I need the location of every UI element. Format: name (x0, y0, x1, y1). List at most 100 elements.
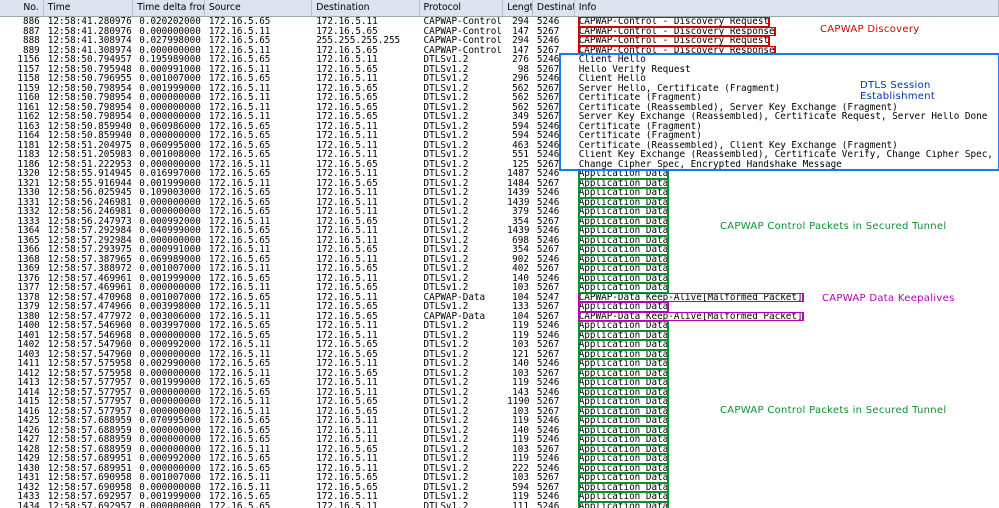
col-length[interactable]: Length (503, 0, 533, 16)
packet-row[interactable]: 141312:58:57.5779570.001999000172.16.5.6… (0, 378, 999, 388)
packet-row[interactable]: 142612:58:57.6889590.000000000172.16.5.6… (0, 426, 999, 436)
cell-port: 5246 (533, 359, 575, 369)
cell-dest: 172.16.5.11 (312, 17, 419, 27)
cell-dest: 172.16.5.65 (312, 245, 419, 255)
packet-row[interactable]: 143212:58:57.6909580.000000000172.16.5.1… (0, 483, 999, 493)
packet-row[interactable]: 136512:58:57.2929840.000000000172.16.5.6… (0, 236, 999, 246)
cell-delta: 0.060986000 (133, 122, 205, 132)
packet-row[interactable]: 143012:58:57.6899510.000000000172.16.5.6… (0, 464, 999, 474)
cell-info: Application Data (575, 359, 999, 369)
packet-row[interactable]: 140112:58:57.5469680.000000000172.16.5.6… (0, 331, 999, 341)
packet-row[interactable]: 141112:58:57.5759580.002990000172.16.5.6… (0, 359, 999, 369)
col-delta[interactable]: Time delta from p… (133, 0, 205, 16)
cell-no: 1427 (0, 435, 44, 445)
packet-row[interactable]: 140312:58:57.5479600.000000000172.16.5.1… (0, 350, 999, 360)
cell-proto: CAPWAP-Control (420, 36, 504, 46)
cell-no: 1415 (0, 397, 44, 407)
packet-row[interactable]: 140212:58:57.5479600.000992000172.16.5.1… (0, 340, 999, 350)
packet-row[interactable]: 141212:58:57.5759580.000000000172.16.5.1… (0, 369, 999, 379)
cell-source: 172.16.5.11 (205, 350, 312, 360)
packet-row[interactable]: 137612:58:57.4699610.001999000172.16.5.6… (0, 274, 999, 284)
cell-time: 12:58:50.798954 (44, 103, 133, 113)
cell-port: 5267 (533, 473, 575, 483)
packet-row[interactable]: 137712:58:57.4699610.000000000172.16.5.1… (0, 283, 999, 293)
cell-no: 1158 (0, 74, 44, 84)
cell-source: 172.16.5.11 (205, 369, 312, 379)
cell-length: 296 (503, 74, 533, 84)
cell-length: 98 (503, 65, 533, 75)
cell-source: 172.16.5.11 (205, 179, 312, 189)
cell-length: 140 (503, 359, 533, 369)
cell-proto: DTLSv1.2 (420, 55, 504, 65)
cell-port: 5246 (533, 378, 575, 388)
cell-delta: 0.000000000 (133, 388, 205, 398)
cell-no: 1403 (0, 350, 44, 360)
annotation-dtls: DTLS Session Establishment (860, 80, 999, 102)
cell-time: 12:58:50.798954 (44, 112, 133, 122)
packet-row[interactable]: 133112:58:56.2469810.000000000172.16.5.6… (0, 198, 999, 208)
cell-source: 172.16.5.65 (205, 426, 312, 436)
col-no[interactable]: No. (0, 0, 44, 16)
cell-info: Application Data (575, 236, 999, 246)
packet-row[interactable]: 138012:58:57.4779720.003006000172.16.5.1… (0, 312, 999, 322)
cell-length: 594 (503, 483, 533, 493)
cell-delta: 0.000000000 (133, 502, 205, 508)
cell-no: 1377 (0, 283, 44, 293)
cell-delta: 0.001999000 (133, 378, 205, 388)
col-info[interactable]: Info (575, 0, 999, 16)
cell-source: 172.16.5.11 (205, 264, 312, 274)
packet-row[interactable]: 142512:58:57.6889590.070995000172.16.5.6… (0, 416, 999, 426)
packet-row[interactable]: 142712:58:57.6889590.000000000172.16.5.6… (0, 435, 999, 445)
cell-delta: 0.195989000 (133, 55, 205, 65)
cell-source: 172.16.5.65 (205, 435, 312, 445)
cell-info: Application Data (575, 454, 999, 464)
cell-dest: 172.16.5.65 (312, 340, 419, 350)
cell-time: 12:58:50.796955 (44, 74, 133, 84)
cell-info: Application Data (575, 426, 999, 436)
packet-row[interactable]: 136912:58:57.3889720.001007000172.16.5.1… (0, 264, 999, 274)
packet-row[interactable]: 132112:58:55.9169440.001999000172.16.5.1… (0, 179, 999, 189)
cell-proto: DTLSv1.2 (420, 122, 504, 132)
packet-row[interactable]: 136612:58:57.2939750.000991000172.16.5.1… (0, 245, 999, 255)
cell-proto: DTLSv1.2 (420, 255, 504, 265)
cell-length: 119 (503, 435, 533, 445)
cell-no: 1401 (0, 331, 44, 341)
cell-delta: 0.016997000 (133, 169, 205, 179)
col-dest[interactable]: Destination (312, 0, 419, 16)
cell-no: 1157 (0, 65, 44, 75)
packet-row[interactable]: 143312:58:57.6929570.001999000172.16.5.6… (0, 492, 999, 502)
packet-row[interactable]: 88812:58:41.3089740.027998000172.16.5.65… (0, 36, 999, 46)
cell-info: Application Data (575, 502, 999, 508)
cell-length: 140 (503, 274, 533, 284)
cell-port: 5267 (533, 27, 575, 37)
cell-time: 12:58:57.388972 (44, 264, 133, 274)
cell-proto: DTLSv1.2 (420, 464, 504, 474)
cell-length: 125 (503, 160, 533, 170)
cell-dest: 172.16.5.11 (312, 131, 419, 141)
packet-row[interactable]: 142812:58:57.6889590.000000000172.16.5.1… (0, 445, 999, 455)
packet-row[interactable]: 133012:58:56.0259450.109003000172.16.5.6… (0, 188, 999, 198)
packet-row[interactable]: 136812:58:57.3879650.069989000172.16.5.6… (0, 255, 999, 265)
cell-proto: DTLSv1.2 (420, 245, 504, 255)
packet-row[interactable]: 141412:58:57.5779570.000000000172.16.5.6… (0, 388, 999, 398)
packet-row[interactable]: 143112:58:57.6909580.001007000172.16.5.1… (0, 473, 999, 483)
packet-row[interactable]: 142912:58:57.6899510.000992000172.16.5.6… (0, 454, 999, 464)
cell-no: 1368 (0, 255, 44, 265)
cell-no: 1160 (0, 93, 44, 103)
col-proto[interactable]: Protocol (420, 0, 504, 16)
cell-delta: 0.000000000 (133, 350, 205, 360)
cell-dest: 172.16.5.11 (312, 150, 419, 160)
packet-row[interactable]: 140012:58:57.5469600.003997000172.16.5.6… (0, 321, 999, 331)
packet-table-header[interactable]: No. Time Time delta from p… Source Desti… (0, 0, 999, 17)
packet-row[interactable]: 133212:58:56.2469810.000000000172.16.5.6… (0, 207, 999, 217)
cell-length: 103 (503, 407, 533, 417)
cell-info: Application Data (575, 255, 999, 265)
col-time[interactable]: Time (44, 0, 133, 16)
col-port[interactable]: Destination Port (533, 0, 575, 16)
cell-port: 5246 (533, 492, 575, 502)
col-source[interactable]: Source (205, 0, 312, 16)
cell-dest: 172.16.5.65 (312, 179, 419, 189)
cell-dest: 172.16.5.65 (312, 65, 419, 75)
cell-dest: 172.16.5.11 (312, 464, 419, 474)
packet-row[interactable]: 143412:58:57.6929570.000000000172.16.5.6… (0, 502, 999, 508)
